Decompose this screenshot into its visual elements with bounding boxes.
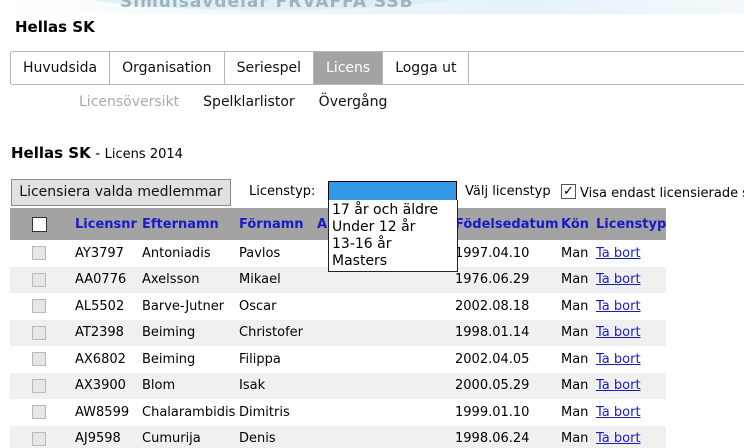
remove-link[interactable]: Ta bort: [596, 325, 641, 340]
cell-fodelsedatum: 2002.04.05: [455, 351, 530, 367]
cell-efternamn: Chalarambidis: [142, 404, 236, 420]
remove-link[interactable]: Ta bort: [596, 246, 641, 261]
col-header-kon[interactable]: Kön: [561, 217, 589, 232]
remove-link[interactable]: Ta bort: [596, 378, 641, 393]
cell-fornamn: Oscar: [239, 298, 277, 314]
col-header-licensnr[interactable]: Licensnr: [75, 217, 137, 232]
remove-link[interactable]: Ta bort: [596, 352, 641, 367]
dropdown-option-13-16[interactable]: 13-16 år: [329, 236, 457, 253]
cell-fornamn: Christofer: [239, 325, 304, 341]
cell-licensnr: AL5502: [75, 298, 125, 314]
cell-kon: Man: [561, 272, 589, 288]
dropdown-option-masters[interactable]: Masters: [329, 253, 457, 270]
cell-fodelsedatum: 1999.01.10: [455, 404, 530, 420]
cell-fodelsedatum: 1998.01.14: [455, 325, 530, 341]
col-header-a[interactable]: A: [317, 217, 327, 232]
cell-fodelsedatum: 2000.05.29: [455, 378, 530, 394]
cell-fornamn: Pavlos: [239, 245, 281, 261]
cell-efternamn: Barve-Jutner: [142, 298, 225, 314]
cell-licensnr: AJ9598: [75, 431, 121, 447]
cell-kon: Man: [561, 298, 589, 314]
main-nav: Huvudsida Organisation Seriespel Licens …: [10, 51, 744, 85]
show-licensed-label: Visa endast licensierade s: [580, 186, 744, 201]
license-type-label: Licenstyp:: [249, 184, 316, 199]
show-licensed-checkbox[interactable]: ✓: [561, 184, 576, 199]
cell-kon: Man: [561, 351, 589, 367]
select-all-checkbox[interactable]: [32, 217, 47, 232]
cell-fornamn: Denis: [239, 431, 276, 447]
cell-efternamn: Beiming: [142, 325, 196, 341]
row-checkbox[interactable]: [32, 246, 46, 260]
cell-fornamn: Filippa: [239, 351, 281, 367]
dropdown-option-17-and-older[interactable]: 17 år och äldre: [329, 202, 457, 219]
section-club-name: Hellas SK: [11, 144, 91, 162]
cell-fornamn: Dimitris: [239, 404, 290, 420]
subnav-item-overgang[interactable]: Övergång: [319, 94, 388, 110]
cell-licensnr: AX3900: [75, 378, 126, 394]
dropdown-option-under-12[interactable]: Under 12 år: [329, 219, 457, 236]
cell-efternamn: Blom: [142, 378, 176, 394]
section-separator: -: [90, 146, 105, 162]
remove-link[interactable]: Ta bort: [596, 272, 641, 287]
cell-kon: Man: [561, 325, 589, 341]
col-header-licenstyp[interactable]: Licenstyp: [596, 217, 666, 232]
cell-fodelsedatum: 1997.04.10: [455, 245, 530, 261]
table-row: AX3900 Blom Isak 2000.05.29 Man Ta bort: [10, 372, 666, 399]
top-banner: Simulsavdelar FRVAFFA SSB: [0, 0, 744, 14]
cell-kon: Man: [561, 245, 589, 261]
row-checkbox[interactable]: [32, 405, 46, 419]
cell-fodelsedatum: 2002.08.18: [455, 298, 530, 314]
sub-nav: Licensöversikt Spelklarlistor Övergång: [79, 94, 387, 110]
cell-fornamn: Isak: [239, 378, 266, 394]
cell-fornamn: Mikael: [239, 272, 281, 288]
row-checkbox[interactable]: [32, 299, 46, 313]
cell-kon: Man: [561, 404, 589, 420]
table-row: AT2398 Beiming Christofer 1998.01.14 Man…: [10, 319, 666, 346]
remove-link[interactable]: Ta bort: [596, 405, 641, 420]
cell-licensnr: AT2398: [75, 325, 124, 341]
cell-licensnr: AA0776: [75, 272, 127, 288]
nav-item-huvudsida[interactable]: Huvudsida: [11, 52, 111, 84]
table-row: AX6802 Beiming Filippa 2002.04.05 Man Ta…: [10, 346, 666, 373]
row-checkbox[interactable]: [32, 352, 46, 366]
row-checkbox[interactable]: [32, 378, 46, 393]
nav-item-licens[interactable]: Licens: [314, 52, 384, 84]
col-header-fodelsedatum[interactable]: Födelsedatum: [455, 217, 559, 232]
table-row: AJ9598 Cumurija Denis 1998.06.24 Man Ta …: [10, 425, 666, 448]
page-title: Hellas SK: [15, 18, 95, 36]
license-type-dropdown: 17 år och äldre Under 12 år 13-16 år Mas…: [328, 200, 458, 272]
remove-link[interactable]: Ta bort: [596, 299, 641, 314]
license-selected-button[interactable]: Licensiera valda medlemmar: [11, 179, 231, 206]
cell-efternamn: Axelsson: [142, 272, 200, 288]
checkmark-icon: ✓: [563, 184, 574, 199]
subnav-item-licensoversikt[interactable]: Licensöversikt: [79, 94, 179, 110]
col-header-efternamn[interactable]: Efternamn: [142, 217, 219, 232]
subnav-item-spelklarlistor[interactable]: Spelklarlistor: [203, 94, 295, 110]
table-row: AW8599 Chalarambidis Dimitris 1999.01.10…: [10, 399, 666, 426]
section-title: Hellas SK - Licens 2014: [11, 144, 183, 162]
col-header-fornamn[interactable]: Förnamn: [239, 217, 304, 232]
cell-efternamn: Antoniadis: [142, 245, 211, 261]
banner-text: Simulsavdelar FRVAFFA SSB: [120, 0, 414, 12]
choose-license-type-label: Välj licenstyp: [465, 184, 551, 199]
remove-link[interactable]: Ta bort: [596, 431, 641, 446]
nav-item-organisation[interactable]: Organisation: [110, 52, 225, 84]
cell-licensnr: AY3797: [75, 245, 124, 261]
row-checkbox[interactable]: [32, 272, 46, 287]
cell-efternamn: Cumurija: [142, 431, 201, 447]
table-row: AL5502 Barve-Jutner Oscar 2002.08.18 Man…: [10, 293, 666, 320]
cell-fodelsedatum: 1998.06.24: [455, 431, 530, 447]
cell-efternamn: Beiming: [142, 351, 196, 367]
row-checkbox[interactable]: [32, 431, 46, 446]
cell-fodelsedatum: 1976.06.29: [455, 272, 530, 288]
nav-item-logga-ut[interactable]: Logga ut: [383, 52, 470, 84]
cell-licensnr: AX6802: [75, 351, 126, 367]
section-season: Licens 2014: [104, 147, 183, 162]
cell-kon: Man: [561, 378, 589, 394]
cell-kon: Man: [561, 431, 589, 447]
license-type-select[interactable]: [328, 181, 457, 202]
nav-item-seriespel[interactable]: Seriespel: [225, 52, 315, 84]
cell-licensnr: AW8599: [75, 404, 130, 420]
row-checkbox[interactable]: [32, 325, 46, 340]
